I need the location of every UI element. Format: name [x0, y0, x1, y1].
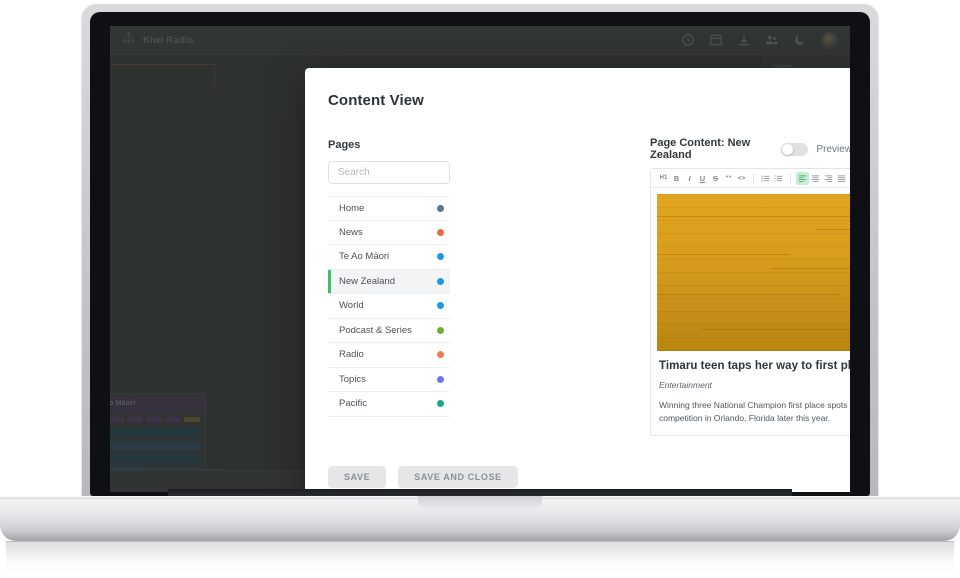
- editor-content[interactable]: Timaru teen taps her way to first place …: [651, 188, 850, 435]
- search-input[interactable]: [328, 161, 450, 184]
- page-list-item[interactable]: Te Ao Māori: [328, 245, 450, 270]
- toolbar-divider: [753, 172, 754, 184]
- page-list-item-label: Te Ao Māori: [339, 251, 390, 263]
- page-list-item-label: Radio: [339, 349, 364, 361]
- preview-label: Preview: [816, 143, 850, 155]
- content-panel: Page Content: New Zealand Preview H1 B I U S…: [650, 137, 850, 437]
- hero-image[interactable]: [657, 194, 850, 351]
- page-list-item[interactable]: News: [328, 221, 450, 245]
- page-status-dot: [437, 375, 444, 383]
- page-list-item[interactable]: Topics: [328, 368, 450, 392]
- content-heading: Page Content: New Zealand: [650, 137, 751, 161]
- article-body: Winning three National Champion first pl…: [659, 400, 850, 424]
- close-icon[interactable]: ✕: [847, 80, 851, 96]
- laptop-base: [0, 496, 960, 541]
- page-list-item-label: Pacific: [339, 398, 367, 410]
- page-list-item[interactable]: Podcast & Series: [328, 319, 450, 343]
- save-button[interactable]: SAVE: [328, 466, 387, 488]
- rich-text-editor: H1 B I U S ““ <> Timaru teen taps her wa…: [650, 168, 850, 437]
- numbered-list-icon[interactable]: [772, 172, 785, 185]
- page-list-item[interactable]: World: [328, 294, 450, 319]
- underline-icon[interactable]: U: [696, 172, 709, 185]
- editor-toolbar: H1 B I U S ““ <>: [651, 169, 850, 188]
- laptop-reflection: [6, 541, 954, 578]
- strikethrough-icon[interactable]: S: [709, 172, 722, 185]
- content-view-modal: ✕ Content View Pages Home News Te Ao Māori…: [305, 68, 850, 492]
- align-left-icon[interactable]: [796, 171, 809, 185]
- page-list-item[interactable]: Home: [328, 196, 450, 221]
- page-list-item-label: News: [339, 226, 363, 238]
- article-category: Entertainment: [659, 380, 712, 390]
- modal-footer: SAVE SAVE AND CLOSE: [328, 466, 518, 488]
- page-list-item-label: Home: [339, 202, 365, 214]
- screenshot-stage: Kiwi Radio o Māori eries Content View Pa…: [0, 0, 960, 578]
- save-and-close-button[interactable]: SAVE AND CLOSE: [398, 466, 518, 488]
- page-status-dot: [437, 400, 444, 408]
- modal-body: Pages Home News Te Ao Māori New Zealand Worl…: [305, 130, 850, 492]
- toggle-knob: [782, 143, 794, 155]
- page-list-item[interactable]: Radio: [328, 343, 450, 368]
- laptop-base-notch: [418, 496, 542, 509]
- page-list-item[interactable]: Pacific: [328, 392, 450, 417]
- page-status-dot: [437, 253, 444, 261]
- align-right-icon[interactable]: [822, 172, 835, 185]
- page-status-dot: [437, 204, 444, 212]
- page-list-item-label: New Zealand: [339, 275, 395, 287]
- page-title: Content View: [328, 92, 424, 109]
- bold-icon[interactable]: B: [670, 172, 683, 185]
- laptop-screen: Kiwi Radio o Māori eries Content View Pa…: [110, 26, 850, 492]
- bullet-list-icon[interactable]: [759, 172, 772, 185]
- page-status-dot: [437, 302, 444, 310]
- article-title: Timaru teen taps her way to first place: [659, 360, 850, 372]
- toolbar-divider: [790, 172, 791, 184]
- pages-list: Home News Te Ao Māori New Zealand World Podca…: [328, 196, 450, 417]
- page-list-item-label: Topics: [339, 373, 366, 385]
- code-icon[interactable]: <>: [735, 172, 748, 185]
- align-center-icon[interactable]: [809, 172, 822, 185]
- page-list-item-label: World: [339, 300, 364, 312]
- pages-panel: Pages Home News Te Ao Māori New Zealand Worl…: [328, 139, 450, 417]
- page-status-dot: [437, 277, 444, 285]
- page-list-item-label: Podcast & Series: [339, 324, 412, 336]
- heading-1-icon[interactable]: H1: [657, 172, 670, 185]
- page-list-item[interactable]: New Zealand: [328, 269, 450, 294]
- pages-heading: Pages: [328, 139, 361, 151]
- blockquote-icon[interactable]: ““: [722, 172, 735, 185]
- preview-toggle-group: Preview: [781, 142, 850, 156]
- page-status-dot: [437, 228, 444, 236]
- align-justify-icon[interactable]: [835, 172, 848, 185]
- page-status-dot: [437, 351, 444, 359]
- italic-icon[interactable]: I: [683, 172, 696, 185]
- content-header-row: Page Content: New Zealand Preview: [650, 137, 850, 161]
- preview-toggle[interactable]: [781, 142, 809, 156]
- page-status-dot: [437, 326, 444, 334]
